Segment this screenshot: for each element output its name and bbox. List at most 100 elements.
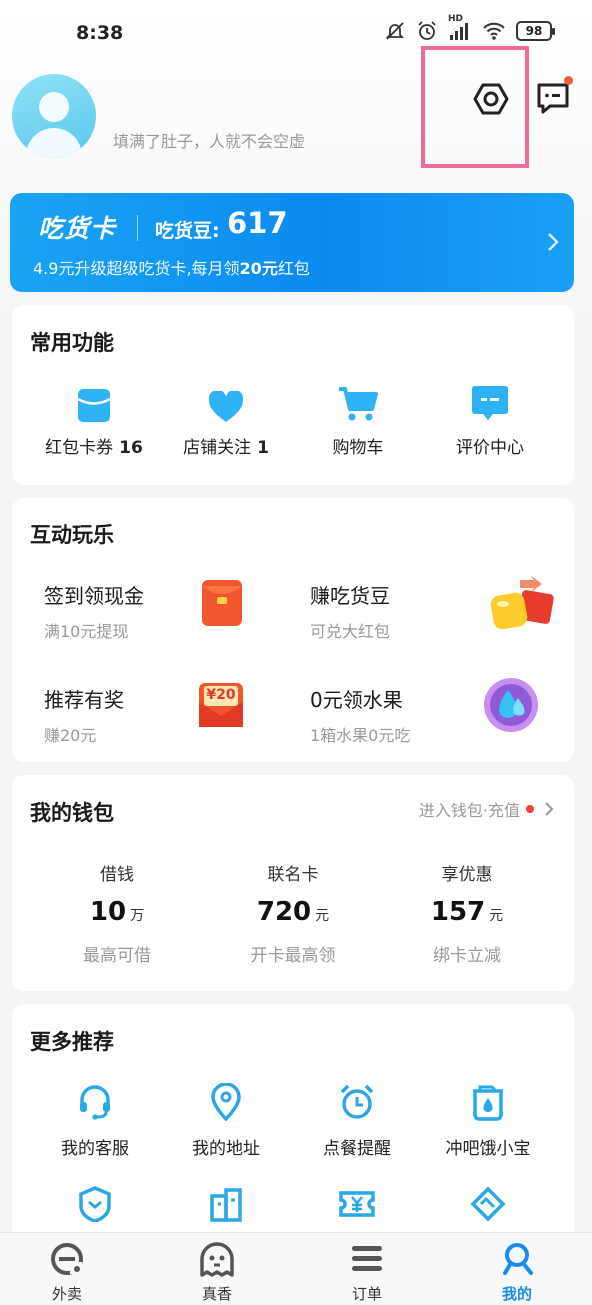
- reward-badge-text: ¥20: [206, 687, 236, 703]
- wallet-cobrand-sub: 开卡最高领: [250, 946, 336, 966]
- fun-earn-beans[interactable]: 赚吃货豆 可兑大红包: [310, 575, 580, 660]
- nav-takeout-label: 外卖: [51, 1285, 82, 1303]
- wallet-title: 我的钱包: [30, 801, 114, 825]
- func-coupons[interactable]: 红包卡券 16: [24, 383, 164, 458]
- func-review-center[interactable]: 评价中心: [420, 383, 560, 458]
- fun-free-fruit-title: 0元领水果: [310, 688, 403, 712]
- nav-takeout[interactable]: 外卖: [17, 1241, 117, 1304]
- ghost-icon: [167, 1241, 267, 1277]
- alarm-clock-icon: [282, 1082, 432, 1122]
- wallet-discount-unit: 元: [489, 908, 504, 924]
- wallet-cobrand-card[interactable]: 联名卡 720 元 开卡最高领: [208, 860, 378, 966]
- alarm-icon: [416, 20, 438, 42]
- more-building[interactable]: [151, 1184, 301, 1224]
- nav-zhenxiang[interactable]: 真香: [167, 1241, 267, 1304]
- fun-free-fruit[interactable]: 0元领水果 1箱水果0元吃: [310, 678, 580, 764]
- foodie-promo-suffix: 红包: [277, 259, 310, 278]
- fun-free-fruit-subtitle: 1箱水果0元吃: [310, 726, 411, 745]
- wifi-icon: [482, 20, 506, 42]
- more-address-label: 我的地址: [192, 1139, 260, 1159]
- water-cup-icon: [413, 1082, 563, 1122]
- avatar[interactable]: [12, 74, 96, 158]
- wallet-loan[interactable]: 借钱 10 万 最高可借: [32, 860, 202, 966]
- more-shield[interactable]: [20, 1184, 170, 1224]
- nav-mine-label: 我的: [501, 1285, 532, 1303]
- foodie-card[interactable]: 吃货卡 吃货豆: 617 4.9元升级超级吃货卡,每月领20元红包: [10, 193, 574, 292]
- more-order-reminder[interactable]: 点餐提醒: [282, 1082, 432, 1159]
- more-card: 更多推荐 我的客服 我的地址 点餐提醒 冲吧饿小宝: [12, 1004, 574, 1244]
- fun-referral-subtitle: 赚20元: [44, 726, 97, 745]
- wallet-cobrand-label: 联名卡: [267, 865, 319, 885]
- func-coupons-label: 红包卡券: [45, 438, 114, 458]
- status-time: 8:38: [76, 22, 124, 44]
- more-customer-service-label: 我的客服: [61, 1139, 129, 1159]
- more-chongba[interactable]: 冲吧饿小宝: [413, 1082, 563, 1159]
- nav-orders[interactable]: 订单: [317, 1241, 417, 1304]
- wallet-loan-unit: 万: [130, 908, 145, 924]
- more-customer-service[interactable]: 我的客服: [20, 1082, 170, 1159]
- fun-checkin-cash[interactable]: 签到领现金 满10元提现: [44, 580, 314, 660]
- message-badge: [564, 76, 573, 85]
- more-ticket[interactable]: [282, 1184, 432, 1224]
- more-address[interactable]: 我的地址: [151, 1082, 301, 1159]
- wallet-discount-sub: 绑卡立减: [433, 946, 501, 966]
- func-followed-shops-label: 店铺关注: [183, 438, 252, 458]
- mute-icon: [384, 20, 406, 42]
- beans-gift-icon: [488, 574, 556, 636]
- fun-referral[interactable]: 推荐有奖 赚20元 ¥20: [44, 683, 314, 764]
- wallet-loan-label: 借钱: [100, 865, 134, 885]
- foodie-promo-prefix: 4.9元升级超级吃货卡,每月领: [33, 259, 240, 278]
- foodie-promo-highlight: 20元: [239, 259, 278, 278]
- reward-envelope-icon: ¥20: [196, 680, 246, 730]
- bottom-nav: 外卖 真香 订单 我的: [0, 1232, 592, 1305]
- interactive-fun-card: 互动玩乐 签到领现金 满10元提现 赚吃货豆 可兑大红包 推荐有奖 赚20元 ¥…: [12, 498, 574, 762]
- func-cart[interactable]: 购物车: [288, 383, 428, 458]
- signal-icon: HD: [448, 14, 472, 42]
- foodie-divider: [137, 215, 138, 241]
- func-coupons-count: 16: [119, 438, 143, 458]
- foodie-card-title: 吃货卡: [38, 214, 117, 243]
- profile-slogan: 填满了肚子，人就不会空虚: [113, 132, 306, 151]
- handshake-icon: [413, 1184, 563, 1224]
- order-list-icon: [317, 1241, 417, 1277]
- wallet-card: 我的钱包 进入钱包·充值 借钱 10 万 最高可借 联名卡 720 元 开卡最高领 …: [12, 775, 574, 991]
- chevron-right-icon: [546, 231, 560, 257]
- common-functions-title: 常用功能: [30, 331, 114, 355]
- wallet-discount-value: 157: [430, 897, 486, 927]
- fun-referral-title: 推荐有奖: [44, 688, 124, 712]
- common-functions-card: 常用功能 红包卡券 16 店铺关注 1 购物车 评价中心: [12, 305, 574, 485]
- chevron-right-icon: [545, 802, 554, 816]
- person-icon: [467, 1241, 567, 1277]
- nav-mine[interactable]: 我的: [467, 1241, 567, 1304]
- review-icon: [420, 383, 560, 423]
- more-chongba-label: 冲吧饿小宝: [445, 1139, 531, 1159]
- takeout-icon: [17, 1241, 117, 1277]
- status-icons: HD 98: [384, 14, 555, 42]
- more-handshake[interactable]: [413, 1184, 563, 1224]
- wallet-cobrand-unit: 元: [315, 908, 330, 924]
- fun-checkin-title: 签到领现金: [44, 584, 144, 608]
- wallet-loan-sub: 最高可借: [83, 946, 151, 966]
- building-icon: [151, 1184, 301, 1224]
- fun-earn-beans-title: 赚吃货豆: [310, 584, 390, 608]
- ticket-icon: [282, 1184, 432, 1224]
- fun-checkin-subtitle: 满10元提现: [44, 622, 129, 641]
- headset-icon: [20, 1082, 170, 1122]
- foodie-beans-label: 吃货豆:: [155, 220, 220, 242]
- red-envelope-icon: [200, 578, 244, 632]
- wallet-discount-label: 享优惠: [441, 865, 493, 885]
- wallet-link[interactable]: 进入钱包·充值: [419, 797, 554, 821]
- cart-icon: [288, 383, 428, 423]
- heart-icon: [156, 383, 296, 423]
- nav-orders-label: 订单: [351, 1285, 382, 1303]
- more-order-reminder-label: 点餐提醒: [323, 1139, 391, 1159]
- water-drop-icon: [482, 676, 540, 738]
- wallet-discount[interactable]: 享优惠 157 元 绑卡立减: [382, 860, 552, 966]
- wallet-link-label: 进入钱包·充值: [418, 801, 520, 820]
- more-title: 更多推荐: [30, 1030, 114, 1054]
- battery-icon: 98: [516, 21, 555, 41]
- func-followed-shops[interactable]: 店铺关注 1: [156, 383, 296, 458]
- fun-earn-beans-subtitle: 可兑大红包: [310, 622, 391, 641]
- func-cart-label: 购物车: [332, 438, 384, 458]
- interactive-fun-title: 互动玩乐: [30, 523, 114, 547]
